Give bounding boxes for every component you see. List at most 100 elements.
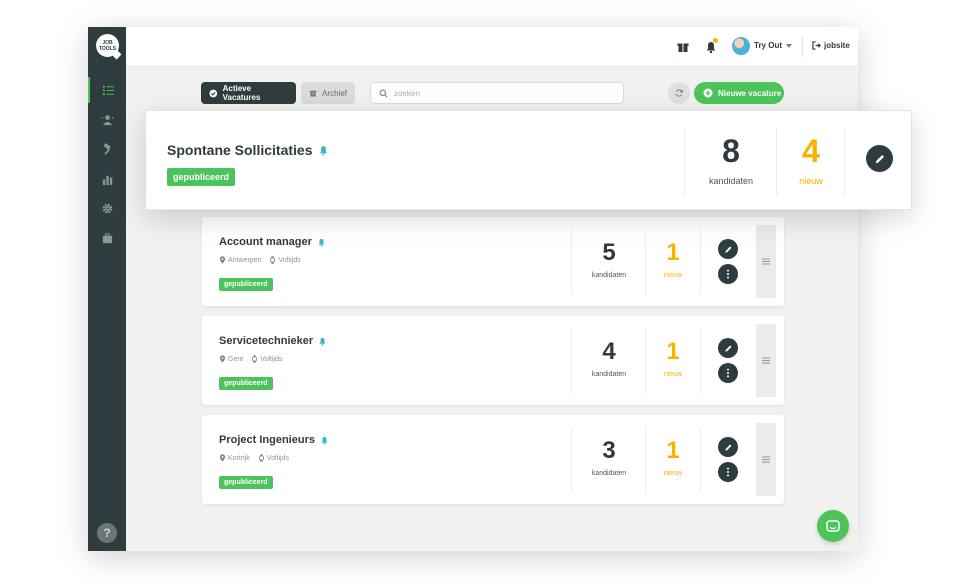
new-stat[interactable]: 1 nieuw <box>648 229 698 295</box>
edit-button[interactable] <box>718 239 738 259</box>
archive-label: Archief <box>322 88 347 98</box>
job-hours: Voltijds <box>278 256 301 264</box>
exit-icon <box>812 41 821 50</box>
watch-icon <box>270 256 276 264</box>
job-location: Antwerpen <box>228 256 262 264</box>
active-vacancies-tab[interactable]: Actieve Vacatures <box>201 82 296 104</box>
watch-icon <box>252 355 258 363</box>
chevron-down-icon[interactable] <box>786 44 792 48</box>
job-hours: Voltijds <box>266 454 289 462</box>
drag-handle[interactable] <box>756 324 776 397</box>
topbar-divider <box>802 37 803 57</box>
list-icon <box>102 85 114 95</box>
new-stat[interactable]: 4 nieuw <box>779 127 843 195</box>
chat-button[interactable] <box>817 510 849 542</box>
sidebar-item-jobs[interactable] <box>88 225 126 251</box>
new-label: nieuw <box>799 176 823 186</box>
more-button[interactable] <box>718 363 738 383</box>
sidebar-item-tools[interactable] <box>88 136 126 162</box>
search-icon <box>379 89 388 97</box>
job-meta: Gent Voltijds <box>219 355 282 363</box>
featured-job-title[interactable]: Spontane Sollicitaties <box>167 142 329 158</box>
new-stat[interactable]: 1 nieuw <box>648 328 698 394</box>
app-logo[interactable]: JOB TOOLS <box>96 34 122 60</box>
edit-button[interactable] <box>718 437 738 457</box>
edit-button[interactable] <box>718 338 738 358</box>
top-bar: Try Out jobsite <box>126 27 858 67</box>
job-hours: Voltijds <box>260 355 283 363</box>
pencil-icon <box>875 154 884 163</box>
stat-divider <box>571 427 572 493</box>
active-vacancies-label: Actieve Vacatures <box>222 84 261 102</box>
more-vertical-icon <box>727 269 729 279</box>
new-stat[interactable]: 1 nieuw <box>648 427 698 493</box>
candidates-label: kandidaten <box>591 272 627 279</box>
refresh-button[interactable] <box>668 82 690 104</box>
status-badge: gepubliceerd <box>219 377 273 390</box>
location-pin-icon <box>219 355 226 363</box>
pencil-icon <box>724 345 731 352</box>
new-vacancy-button[interactable]: Nieuwe vacature <box>694 82 784 104</box>
search-placeholder: zoeken <box>394 88 420 98</box>
stat-divider <box>571 229 572 295</box>
new-count: 1 <box>666 239 680 266</box>
candidates-stat[interactable]: 4 kandidaten <box>574 328 644 394</box>
check-circle-icon <box>209 89 218 97</box>
job-title[interactable]: Servicetechnieker <box>219 335 327 347</box>
candidates-count: 8 <box>722 133 740 169</box>
job-card[interactable]: Project Ingenieurs Kortrijk Voltijds gep… <box>202 415 784 504</box>
new-label: nieuw <box>663 371 683 378</box>
new-count: 1 <box>666 338 680 365</box>
briefcase-icon <box>102 232 112 243</box>
sidebar-item-stats[interactable] <box>88 166 126 192</box>
candidates-count: 4 <box>602 338 616 365</box>
stat-divider <box>776 127 777 195</box>
sidebar-item-settings[interactable] <box>88 195 126 221</box>
job-title[interactable]: Account manager <box>219 236 326 248</box>
watch-icon <box>258 454 264 462</box>
more-button[interactable] <box>718 462 738 482</box>
new-label: nieuw <box>663 272 683 279</box>
featured-job-card[interactable]: Spontane Sollicitaties gepubliceerd 8 ka… <box>145 110 912 210</box>
more-button[interactable] <box>718 264 738 284</box>
candidates-stat[interactable]: 5 kandidaten <box>574 229 644 295</box>
search-input[interactable]: zoeken <box>370 82 624 104</box>
gear-icon <box>102 203 112 213</box>
bar-chart-icon <box>102 175 112 185</box>
job-card[interactable]: Servicetechnieker Gent Voltijds gepublic… <box>202 316 784 405</box>
help-button[interactable]: ? <box>97 523 117 543</box>
status-badge: gepubliceerd <box>219 476 273 489</box>
stat-divider <box>645 328 646 394</box>
job-meta: Kortrijk Voltijds <box>219 454 289 462</box>
job-card[interactable]: Account manager Antwerpen Voltijds gepub… <box>202 217 784 306</box>
jobsite-label: jobsite <box>824 41 850 50</box>
drag-handle[interactable] <box>756 423 776 496</box>
archive-icon <box>309 90 317 97</box>
avatar[interactable] <box>732 37 750 55</box>
refresh-icon <box>675 89 684 97</box>
sidebar-item-candidates[interactable] <box>88 106 126 132</box>
status-badge: gepubliceerd <box>219 278 273 291</box>
jobsite-link[interactable]: jobsite <box>812 41 850 50</box>
candidates-stat[interactable]: 3 kandidaten <box>574 427 644 493</box>
user-name[interactable]: Try Out <box>754 41 782 50</box>
bell-icon <box>319 337 326 346</box>
drag-handle[interactable] <box>756 225 776 298</box>
edit-button[interactable] <box>866 145 893 172</box>
stat-divider <box>571 328 572 394</box>
archive-tab[interactable]: Archief <box>301 82 355 104</box>
job-location: Kortrijk <box>228 454 250 462</box>
stat-divider <box>645 427 646 493</box>
chat-icon <box>826 519 840 532</box>
job-title[interactable]: Project Ingenieurs <box>219 434 329 446</box>
bell-icon <box>320 145 328 155</box>
job-location: Gent <box>228 355 244 363</box>
sidebar-item-vacancies[interactable] <box>88 77 126 103</box>
bell-icon <box>321 436 328 445</box>
pencil-icon <box>724 246 731 253</box>
status-badge: gepubliceerd <box>167 168 236 186</box>
candidates-stat[interactable]: 8 kandidaten <box>688 127 774 195</box>
candidates-label: kandidaten <box>708 176 754 186</box>
location-pin-icon <box>219 454 226 462</box>
gift-icon[interactable] <box>676 40 690 54</box>
